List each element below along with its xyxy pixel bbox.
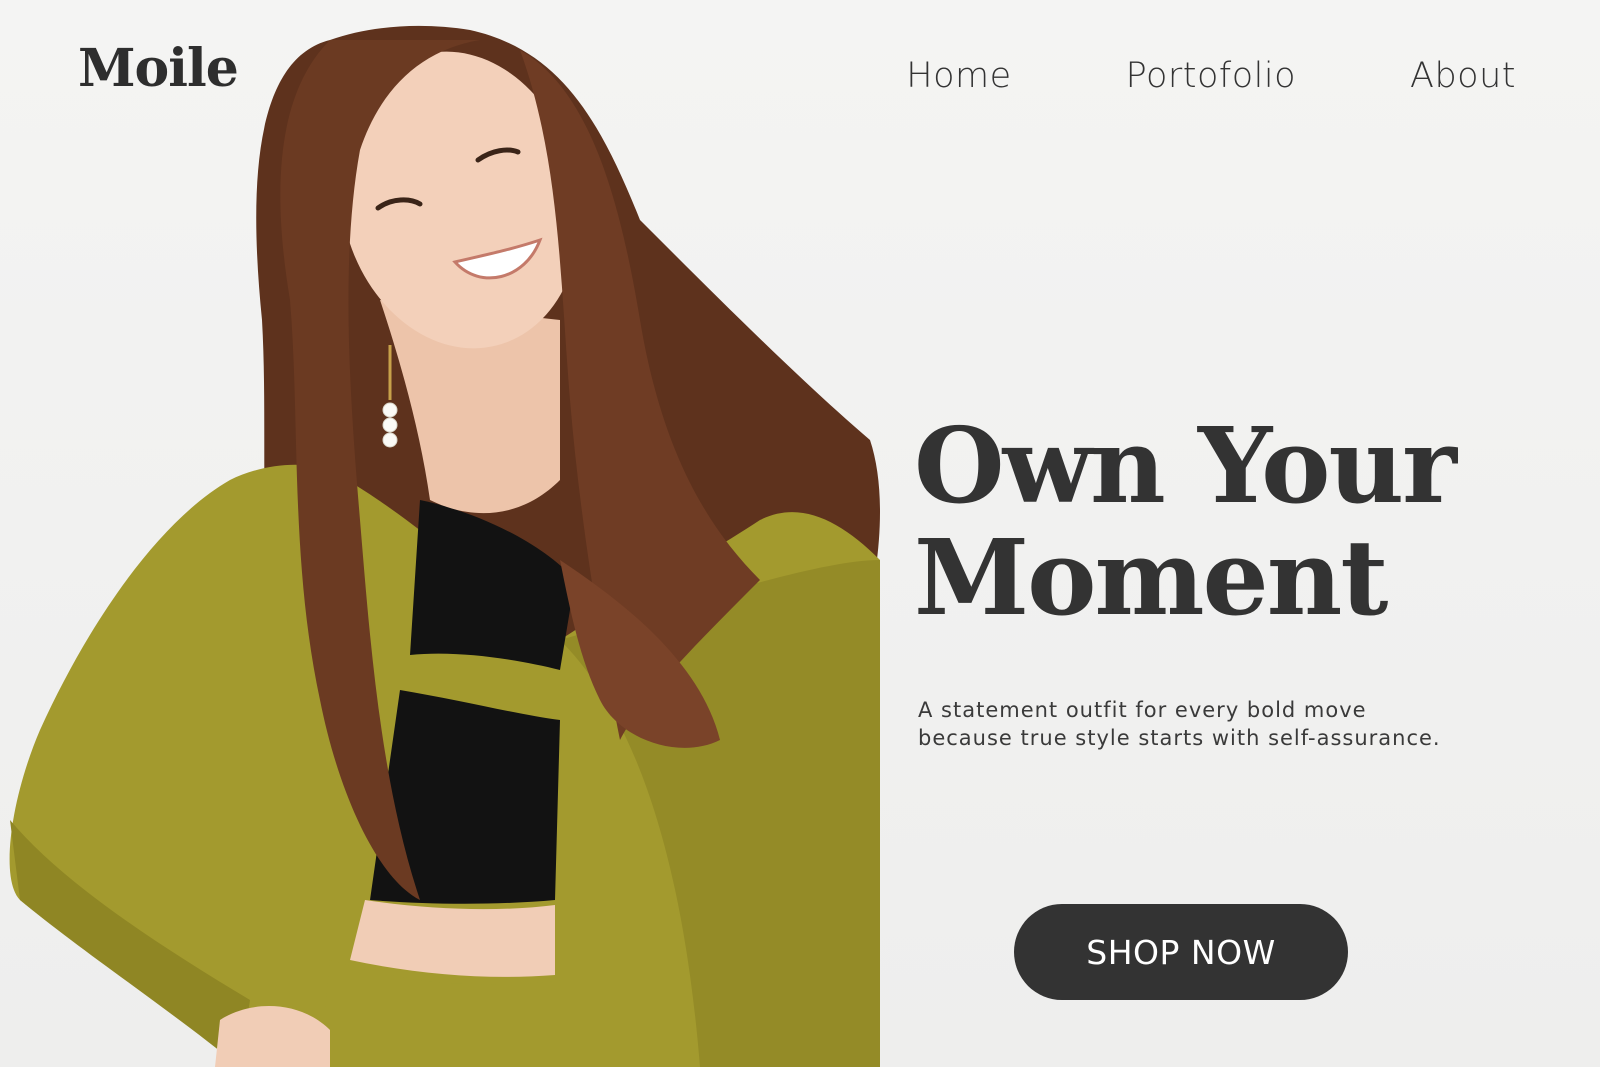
hero-subtext: A statement outfit for every bold move b… — [918, 696, 1441, 752]
nav-link-home[interactable]: Home — [906, 56, 1011, 96]
hero-headline-line2: Moment — [914, 516, 1388, 639]
hero-subtext-line2: because true style starts with self-assu… — [918, 726, 1441, 750]
hero-headline: Own Your Moment — [914, 404, 1457, 639]
nav-link-portofolio[interactable]: Portofolio — [1126, 56, 1296, 96]
main-nav: Home Portofolio About — [906, 56, 1516, 96]
model-photo — [9, 25, 880, 1067]
hero-headline-line1: Own Your — [914, 404, 1457, 527]
brand-logo[interactable]: Moile — [78, 38, 239, 99]
shop-now-button[interactable]: SHOP NOW — [1014, 904, 1348, 1000]
hero-section: Moile Home Portofolio About Own Your Mom… — [0, 0, 1600, 1067]
hero-subtext-line1: A statement outfit for every bold move — [918, 698, 1367, 722]
nav-link-about[interactable]: About — [1410, 56, 1516, 96]
